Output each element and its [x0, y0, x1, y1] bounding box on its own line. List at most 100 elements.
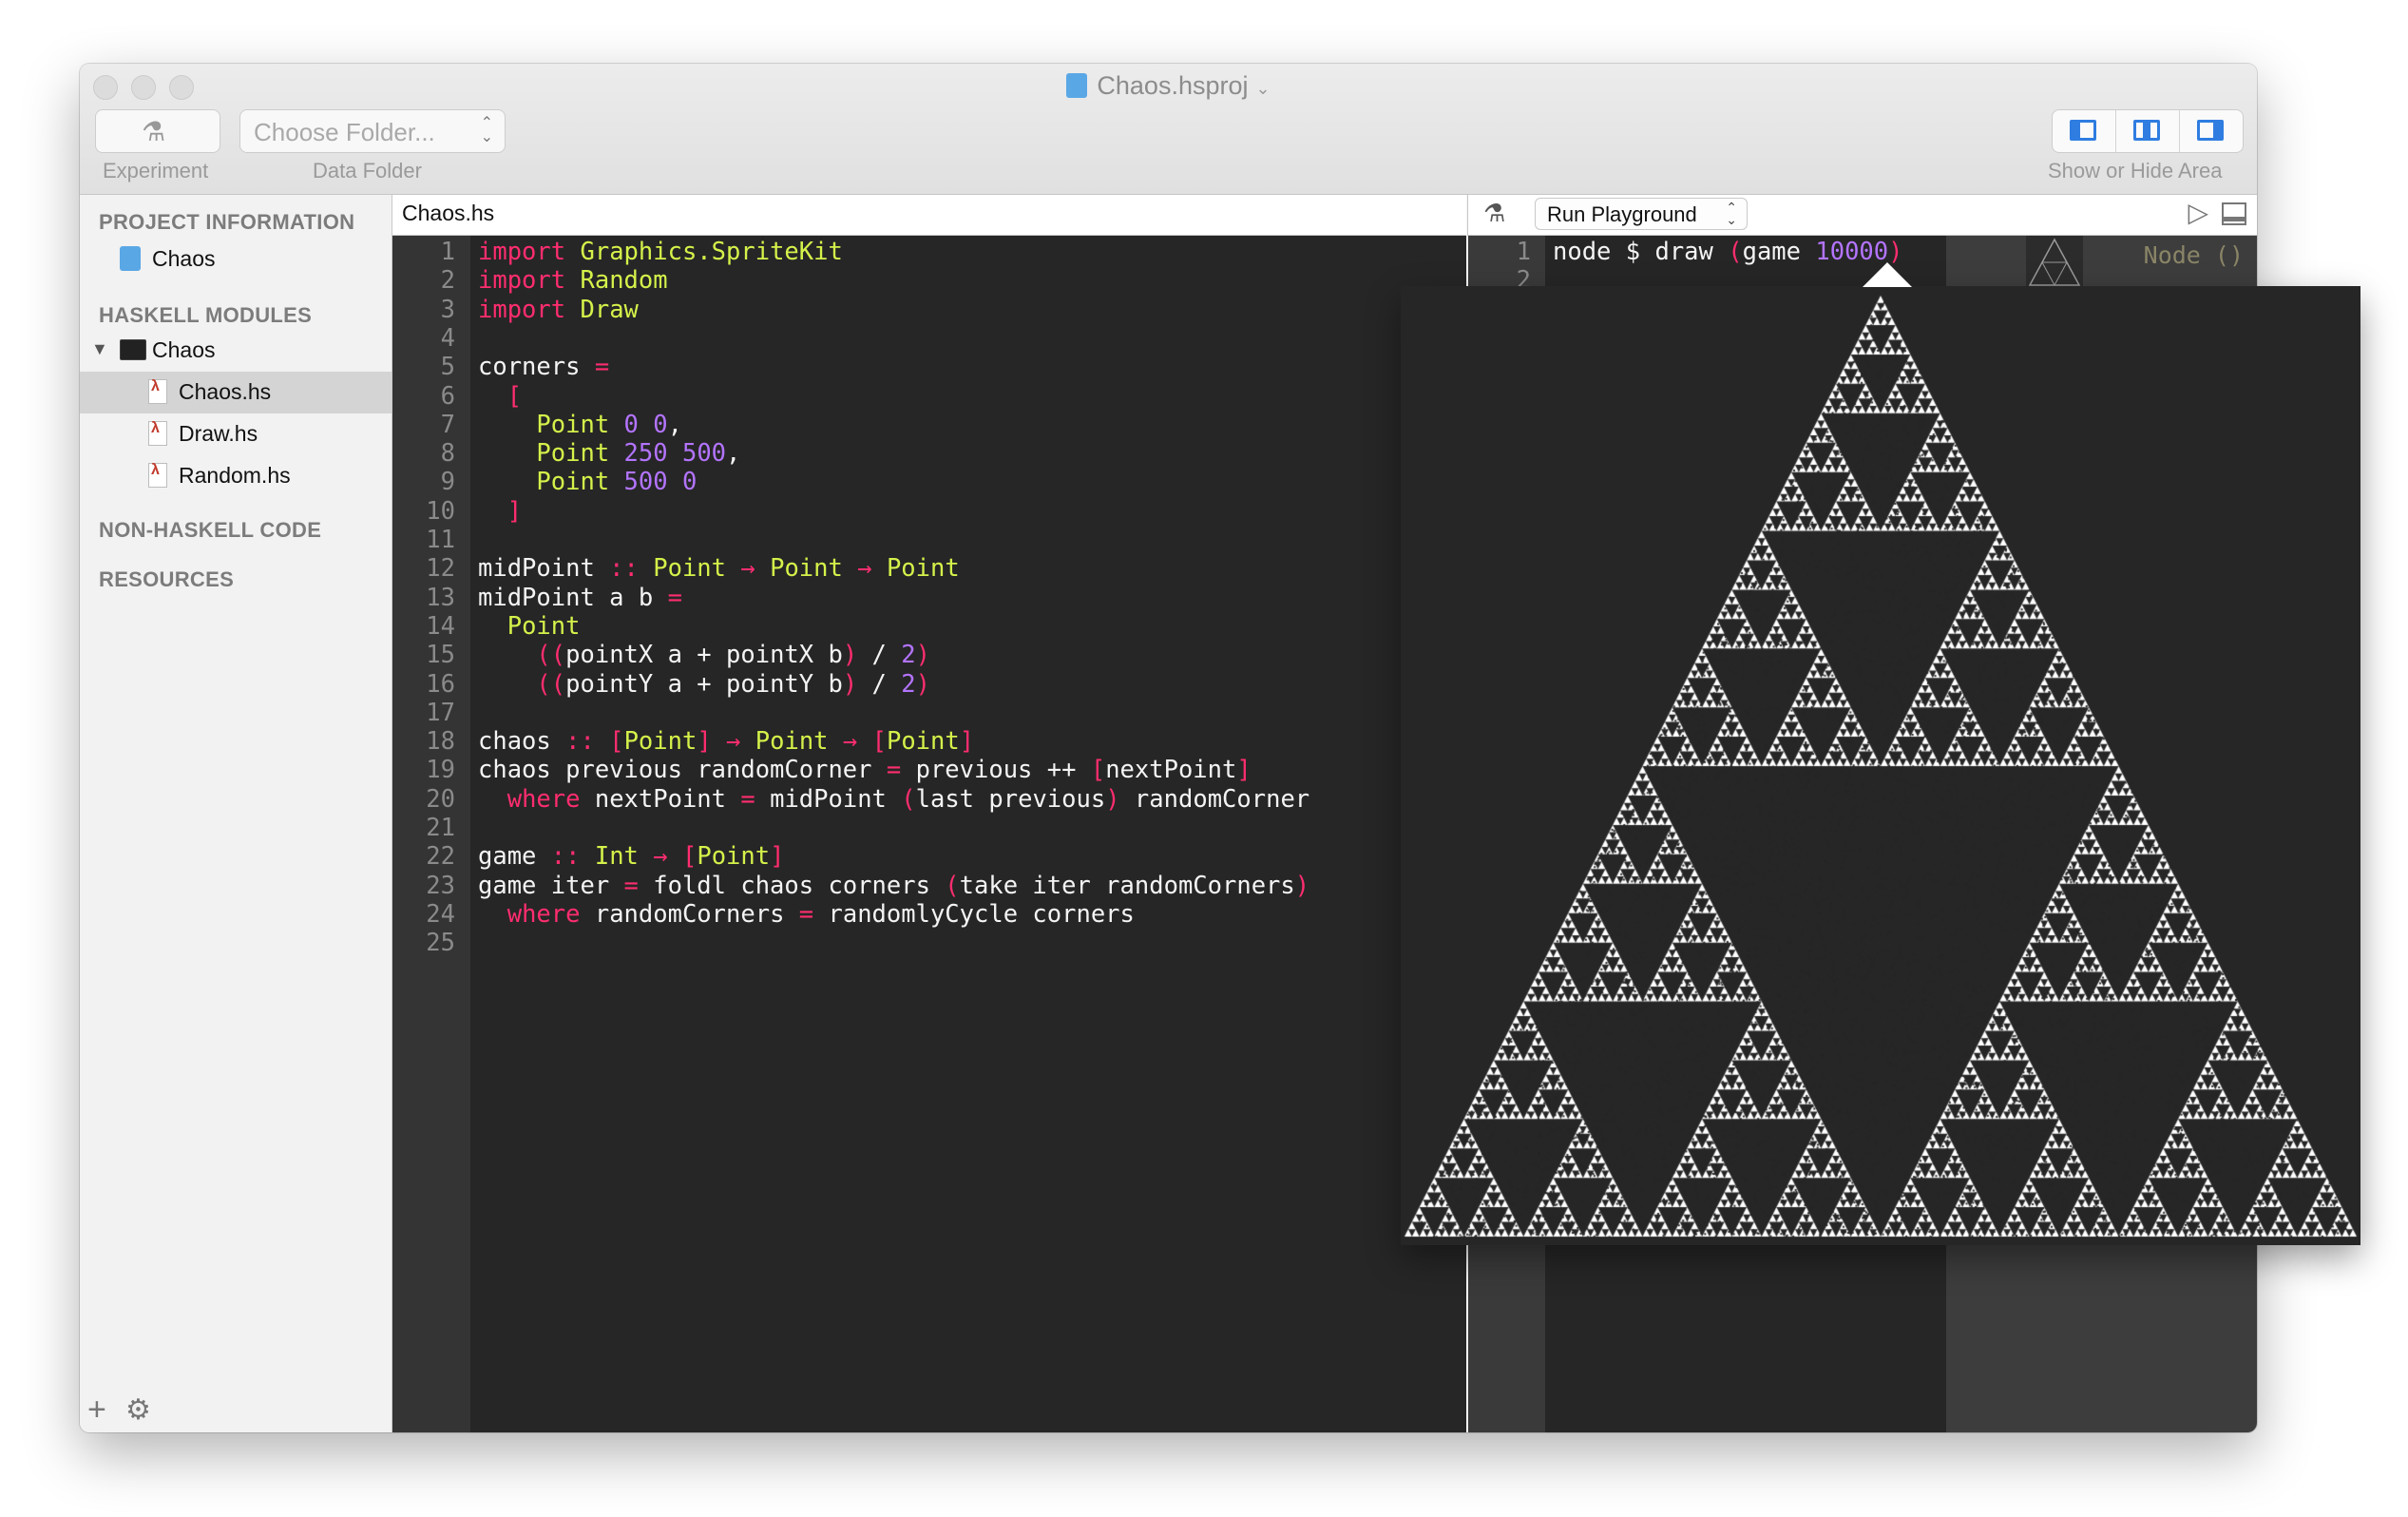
editor-line-number: 18	[426, 727, 455, 757]
popover-arrow	[1863, 262, 1912, 287]
editor-code-line: chaos previous randomCorner = previous +…	[478, 756, 1252, 785]
terminal-icon	[120, 339, 146, 360]
editor-code-line: Point 250 500,	[536, 439, 741, 469]
editor-code-line: import Random	[478, 266, 668, 296]
haskell-file-icon	[148, 462, 167, 488]
window-title[interactable]: Chaos.hsproj ⌄	[80, 71, 2257, 101]
resources-header[interactable]: RESOURCES	[99, 567, 234, 592]
result-preview-popover	[1401, 286, 2360, 1245]
non-haskell-code-header[interactable]: NON-HASKELL CODE	[99, 518, 321, 543]
editor-code-line: Point 500 0	[536, 468, 698, 497]
experiment-button[interactable]: ⚗	[95, 109, 220, 153]
result-thumbnail[interactable]	[2026, 236, 2083, 289]
gear-icon[interactable]: ⚙	[125, 1393, 151, 1427]
title-bar: Chaos.hsproj ⌄ ⚗ Experiment Choose Folder…	[80, 64, 2257, 195]
code-editor[interactable]: import Graphics.SpriteKit import Random im…	[470, 236, 1466, 1432]
editor-code-line: midPoint a b =	[478, 583, 682, 612]
toggle-left-area-button[interactable]	[2053, 110, 2116, 152]
editor-line-number: 16	[426, 669, 455, 699]
title-chevron-icon: ⌄	[1255, 79, 1271, 98]
line-number-gutter: 1 2 3 4 5 6 7 8 9 10 11 12 13 14 15 16 17 18 19 20 21 22 23 24 2…	[392, 236, 470, 1432]
toggle-right-area-button[interactable]	[2180, 110, 2243, 152]
editor-line-number: 2	[440, 266, 455, 296]
flask-icon: ⚗	[142, 117, 166, 146]
editor-code-line: import Draw	[478, 295, 639, 324]
sidebar-item-draw-hs[interactable]: Draw.hs	[80, 413, 392, 455]
toggle-center-area-button[interactable]	[2116, 110, 2180, 152]
right-panel-icon	[2197, 120, 2224, 141]
file-name: Chaos.hs	[179, 379, 272, 404]
sidebar-item-chaos-hs[interactable]: Chaos.hs	[80, 372, 392, 413]
editor-line-number: 17	[426, 698, 455, 727]
file-name: Draw.hs	[179, 421, 258, 446]
play-icon[interactable]: ▷	[2188, 197, 2208, 228]
bottom-panel-icon[interactable]	[2222, 202, 2246, 225]
window-title-text: Chaos.hsproj	[1097, 71, 1249, 100]
folder-select-text: Choose Folder...	[254, 118, 435, 146]
editor-code-line: chaos :: [Point] → Point → [Point]	[478, 727, 975, 757]
editor-line-number: 14	[426, 611, 455, 641]
haskell-modules-header[interactable]: HASKELL MODULES	[99, 303, 312, 328]
playground-line-number: 1	[1516, 238, 1531, 266]
project-sidebar: PROJECT INFORMATION Chaos HASKELL MODULE…	[80, 195, 392, 1432]
editor-line-number: 9	[440, 468, 455, 497]
editor-code-line: ((pointY a + pointY b) / 2)	[536, 669, 930, 699]
show-hide-caption: Show or Hide Area	[2048, 159, 2223, 182]
editor-line-number: 10	[426, 496, 455, 526]
editor-line-number: 20	[426, 784, 455, 814]
project-icon	[120, 246, 141, 271]
editor-code-line: where nextPoint = midPoint (last previou…	[506, 784, 1310, 814]
disclosure-triangle-icon[interactable]: ▼	[91, 339, 108, 359]
add-icon[interactable]: +	[87, 1392, 106, 1429]
project-information-header[interactable]: PROJECT INFORMATION	[99, 210, 354, 235]
editor-code-line: midPoint :: Point → Point → Point	[478, 554, 960, 584]
editor-line-number: 15	[426, 641, 455, 670]
editor-line-number: 11	[426, 526, 455, 554]
editor-code-line: game :: Int → [Point]	[478, 842, 785, 872]
editor-line-number: 19	[426, 756, 455, 785]
editor-line-number: 8	[440, 439, 455, 469]
editor-code-line: ]	[506, 496, 523, 526]
run-playground-button[interactable]: Run Playground ⌃ ⌄	[1535, 198, 1748, 230]
sidebar-item-project[interactable]: Chaos	[80, 239, 392, 280]
editor-line-number: 24	[426, 899, 455, 929]
editor-tab-bar: Chaos.hs	[392, 195, 1466, 236]
result-value: Node ()	[2143, 241, 2244, 269]
sierpinski-thumbnail-icon	[2028, 238, 2081, 287]
data-folder-caption: Data Folder	[313, 159, 422, 182]
center-panel-icon	[2133, 120, 2160, 141]
editor-line-number: 3	[440, 295, 455, 324]
editor-line-number: 1	[440, 238, 455, 266]
updown-chevron-icon: ⌃ ⌄	[480, 115, 493, 145]
project-name: Chaos	[152, 246, 216, 271]
module-group-name: Chaos	[152, 337, 216, 362]
haskell-file-icon	[148, 420, 167, 446]
editor-line-number: 25	[426, 929, 455, 958]
editor-line-number: 5	[440, 353, 455, 382]
sidebar-item-module-group[interactable]: ▼ Chaos	[80, 330, 392, 372]
editor-code-line: Point	[506, 611, 581, 641]
editor-line-number: 7	[440, 410, 455, 439]
left-panel-icon	[2070, 120, 2096, 141]
haskell-file-icon	[148, 378, 167, 404]
area-toggle-segmented	[2052, 109, 2244, 153]
experiment-caption: Experiment	[103, 159, 209, 182]
data-folder-select[interactable]: Choose Folder... ⌃ ⌄	[239, 109, 506, 153]
editor-line-number: 21	[426, 814, 455, 842]
editor-file-name[interactable]: Chaos.hs	[402, 201, 494, 226]
flask-icon: ⚗	[1483, 199, 1506, 227]
editor-code-line: [	[506, 381, 523, 411]
run-playground-label: Run Playground	[1547, 202, 1697, 226]
editor-code-line: game iter = foldl chaos corners (take it…	[478, 871, 1310, 900]
file-name: Random.hs	[179, 463, 291, 488]
playground-toolbar: ⚗ Run Playground ⌃ ⌄ ▷	[1467, 195, 2257, 236]
editor-code-line: import Graphics.SpriteKit	[478, 238, 843, 266]
editor-line-number: 22	[426, 842, 455, 872]
editor-line-number: 4	[440, 323, 455, 353]
editor-code-line: Point 0 0,	[536, 410, 682, 439]
editor-line-number: 13	[426, 583, 455, 612]
editor-line-number: 6	[440, 381, 455, 411]
sidebar-item-random-hs[interactable]: Random.hs	[80, 455, 392, 497]
project-file-icon	[1066, 73, 1088, 98]
editor-code-line: where randomCorners = randomlyCycle corn…	[506, 899, 1135, 929]
